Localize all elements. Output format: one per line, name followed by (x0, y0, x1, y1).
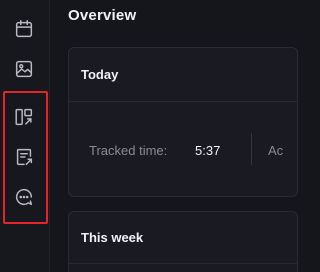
stat-divider (251, 133, 252, 165)
tracked-time-value: 5:37 (195, 142, 221, 158)
sidebar (0, 0, 50, 272)
this-week-card-title: This week (69, 212, 297, 264)
next-stat-label: Ac (268, 142, 284, 158)
tracked-time-label: Tracked time: (89, 142, 168, 158)
calendar-icon (15, 20, 33, 38)
sidebar-item-images[interactable] (11, 56, 37, 82)
image-icon (15, 60, 33, 78)
this-week-card: This week (68, 211, 298, 272)
sidebar-item-calendar[interactable] (11, 16, 37, 42)
app-window: Overview Today Tracked time: 5:37 Ac Thi… (0, 0, 298, 272)
highlight-box (3, 91, 48, 224)
page-title: Overview (68, 7, 137, 24)
today-card: Today Tracked time: 5:37 Ac (68, 47, 298, 197)
today-card-title: Today (69, 48, 297, 102)
